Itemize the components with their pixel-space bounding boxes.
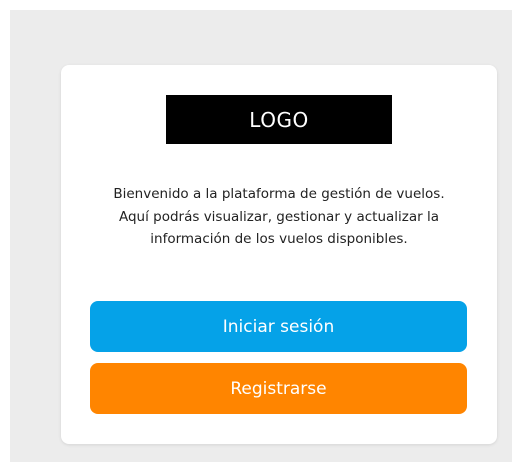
logo-text: LOGO [249,107,309,132]
register-button[interactable]: Registrarse [90,363,467,414]
welcome-message: Bienvenido a la plataforma de gestión de… [113,186,445,247]
welcome-card: LOGO Bienvenido a la plataforma de gesti… [61,65,497,444]
logo: LOGO [166,95,392,144]
register-button-label: Registrarse [230,378,327,399]
login-button[interactable]: Iniciar sesión [90,301,467,352]
page-background: LOGO Bienvenido a la plataforma de gesti… [10,10,512,462]
login-button-label: Iniciar sesión [222,316,335,337]
